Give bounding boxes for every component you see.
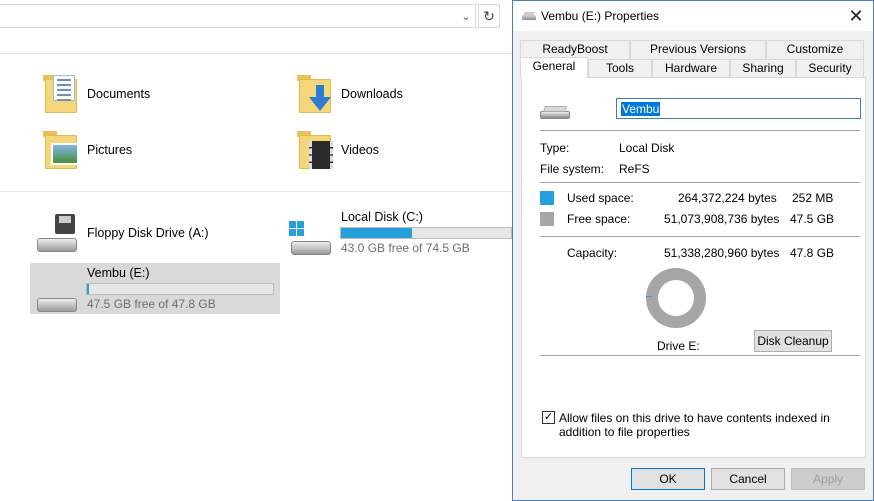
- file-system-value: ReFS: [619, 162, 650, 176]
- downloads-folder-icon: [297, 73, 333, 115]
- address-dropdown-icon[interactable]: ⌄: [457, 5, 475, 27]
- drive-name-input[interactable]: Vembu: [616, 98, 861, 119]
- ok-button[interactable]: OK: [631, 468, 705, 490]
- close-icon[interactable]: ✕: [845, 5, 867, 27]
- tab-tools[interactable]: Tools: [588, 59, 652, 78]
- drive-icon: [35, 282, 79, 312]
- videos-folder-icon: [297, 129, 333, 171]
- tab-hardware[interactable]: Hardware: [652, 59, 730, 78]
- folder-label: Videos: [341, 143, 379, 157]
- free-space-size: 47.5 GB: [790, 212, 835, 226]
- divider: [540, 182, 860, 183]
- usage-donut-chart: [646, 268, 706, 328]
- used-slice: [646, 296, 652, 297]
- divider: [540, 355, 860, 356]
- drive-usage-bar: [340, 227, 512, 239]
- divider: [540, 236, 860, 237]
- used-space-bytes: 264,372,224 bytes: [678, 191, 777, 205]
- type-label: Type:: [540, 141, 570, 155]
- documents-folder-icon: [43, 73, 79, 115]
- capacity-size: 47.8 GB: [790, 246, 835, 260]
- tab-customize[interactable]: Customize: [766, 40, 864, 59]
- index-checkbox[interactable]: ✓: [542, 411, 555, 424]
- general-panel: Vembu Type: Local Disk File system: ReFS…: [521, 77, 866, 458]
- properties-dialog: Vembu (E:) Properties ✕ ReadyBoost Previ…: [512, 0, 874, 501]
- drive-name-value: Vembu: [621, 102, 661, 116]
- refresh-icon[interactable]: ↻: [478, 4, 500, 28]
- capacity-bytes: 51,338,280,960 bytes: [664, 246, 780, 260]
- folder-label: Downloads: [341, 87, 403, 101]
- drive-label: Vembu (E:): [87, 266, 150, 280]
- cancel-button[interactable]: Cancel: [711, 468, 785, 490]
- pictures-folder-icon: [43, 129, 79, 171]
- divider: [540, 130, 860, 131]
- floppy-drive-icon: [35, 214, 79, 252]
- windows-drive-icon: [289, 221, 333, 255]
- used-space-label: Used space:: [567, 191, 634, 205]
- folder-label: Documents: [87, 87, 151, 101]
- apply-button[interactable]: Apply: [791, 468, 865, 490]
- used-space-swatch: [540, 191, 554, 205]
- drive-label: Local Disk (C:): [341, 210, 423, 224]
- drive-label: Floppy Disk Drive (A:): [87, 226, 209, 240]
- disk-cleanup-button[interactable]: Disk Cleanup: [754, 330, 832, 352]
- index-checkbox-label: Allow files on this drive to have conten…: [559, 411, 830, 439]
- address-bar[interactable]: ⌄: [0, 4, 476, 28]
- type-value: Local Disk: [619, 141, 675, 155]
- capacity-label: Capacity:: [567, 246, 618, 260]
- drive-caption: Drive E:: [657, 339, 700, 353]
- file-system-label: File system:: [540, 162, 605, 176]
- folder-label: Pictures: [87, 143, 133, 157]
- tab-general[interactable]: General: [520, 57, 588, 78]
- divider: [0, 191, 512, 192]
- used-space-size: 252 MB: [792, 191, 834, 205]
- free-space-bytes: 51,073,908,736 bytes: [664, 212, 780, 226]
- tab-security[interactable]: Security: [796, 59, 864, 78]
- tab-previous-versions[interactable]: Previous Versions: [630, 40, 766, 59]
- drive-icon: [522, 12, 536, 20]
- drive-free-text: 43.0 GB free of 74.5 GB: [341, 241, 470, 255]
- free-space-label: Free space:: [567, 212, 631, 226]
- drive-free-text: 47.5 GB free of 47.8 GB: [87, 297, 216, 311]
- tab-sharing[interactable]: Sharing: [730, 59, 796, 78]
- drive-icon: [540, 105, 570, 119]
- title-bar[interactable]: Vembu (E:) Properties ✕: [513, 1, 873, 31]
- divider: [0, 53, 512, 54]
- dialog-title: Vembu (E:) Properties: [541, 9, 660, 23]
- free-space-swatch: [540, 212, 554, 226]
- drive-usage-bar: [86, 283, 274, 295]
